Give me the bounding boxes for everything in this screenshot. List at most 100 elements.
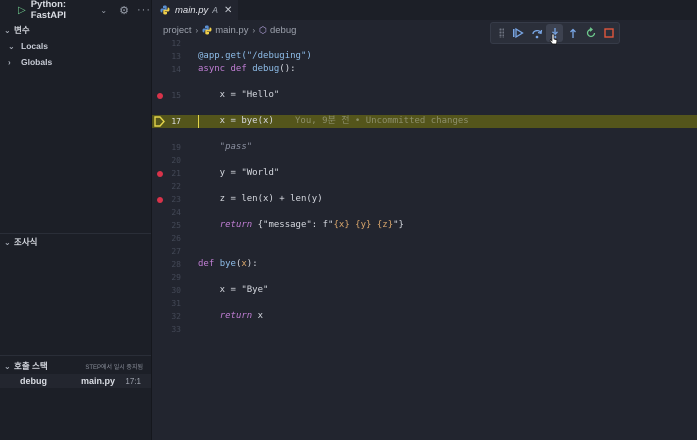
line-number: 25 [171, 221, 181, 230]
variables-section: ⌄ 변수 ⌄ Locals › Globals [0, 22, 151, 234]
variables-header[interactable]: ⌄ 변수 [0, 22, 151, 38]
restart-icon [587, 27, 596, 38]
breadcrumb-symbol[interactable]: debug [270, 25, 296, 36]
line-number: 22 [171, 182, 181, 191]
code-line[interactable]: 13 @app.get("/debuging") [152, 50, 697, 63]
restart-button[interactable] [583, 24, 600, 42]
tab-label: main.py [175, 4, 209, 16]
code-text: x = bye(x) [198, 116, 274, 126]
frame-function: debug [20, 376, 47, 386]
start-debugging-icon[interactable]: ▷ [18, 5, 26, 16]
line-number: 33 [171, 325, 181, 334]
breadcrumb-folder[interactable]: project [163, 25, 192, 36]
call-stack-header[interactable]: ⌄ 호출 스택 STEP에서 일시 중지됨 [0, 356, 151, 374]
more-actions-icon[interactable]: ··· [137, 4, 151, 16]
python-icon [160, 5, 170, 15]
close-icon[interactable]: ✕ [224, 5, 232, 16]
line-number: 28 [171, 260, 181, 269]
code-line[interactable]: 32 return x [152, 310, 697, 323]
step-out-button[interactable] [564, 24, 581, 42]
stop-icon [604, 28, 615, 38]
chevron-right-icon: › [8, 57, 11, 67]
chevron-right-icon: › [195, 25, 199, 35]
code-line[interactable]: 19 "pass" [152, 141, 697, 154]
continue-button[interactable] [510, 24, 527, 42]
line-number: 20 [171, 156, 181, 165]
line-number: 30 [171, 286, 181, 295]
stack-frame[interactable]: debug main.py 17:1 [0, 374, 151, 388]
code-line[interactable]: 29 [152, 271, 697, 284]
code-line[interactable]: 23 z = len(x) + len(y) [152, 193, 697, 206]
frame-position: 17:1 [125, 376, 141, 386]
scope-locals[interactable]: ⌄ Locals [0, 38, 151, 54]
step-over-button[interactable] [528, 24, 545, 42]
watch-title: 조사식 [14, 237, 38, 247]
editor: main.py A ✕ project › main.py › ⬡ debug … [152, 0, 697, 440]
code-area[interactable]: 12 13 @app.get("/debuging") 14 async def… [152, 37, 697, 336]
watch-header[interactable]: ⌄ 조사식 [0, 234, 151, 250]
git-status-badge: A [212, 5, 218, 15]
code-line[interactable]: 21 y = "World" [152, 167, 697, 180]
scope-globals[interactable]: › Globals [0, 54, 151, 70]
debug-toolbar: ▷ Python: FastAPI ⌄ ⚙ ··· [0, 0, 151, 21]
chevron-down-icon: ⌄ [4, 25, 11, 35]
line-number: 29 [171, 273, 181, 282]
code-text: async def debug(): [198, 64, 296, 74]
code-line[interactable]: 15 x = "Hello" [152, 89, 697, 102]
call-stack-title: 호출 스택 [14, 361, 48, 371]
code-line[interactable]: 24 [152, 206, 697, 219]
chevron-right-icon: › [252, 25, 256, 35]
code-line[interactable] [152, 102, 697, 115]
code-text: x = "Bye" [198, 285, 269, 295]
line-number: 12 [171, 39, 181, 48]
line-number: 19 [171, 143, 181, 152]
watch-section: ⌄ 조사식 [0, 233, 151, 355]
step-out-icon [570, 28, 576, 38]
code-text: def bye(x): [198, 259, 258, 269]
code-text: return {"message": f"{x} {y} {z}"} [219, 220, 404, 230]
chevron-down-icon: ⌄ [8, 41, 15, 51]
line-number: 21 [171, 169, 181, 178]
code-line[interactable]: 31 [152, 297, 697, 310]
mouse-pointer-icon [549, 33, 558, 45]
variables-title: 변수 [14, 25, 30, 35]
line-number: 13 [171, 52, 181, 61]
code-line[interactable]: 26 [152, 232, 697, 245]
line-number: 14 [171, 65, 181, 74]
continue-icon [513, 27, 525, 39]
code-line[interactable] [152, 128, 697, 141]
code-text: "pass" [198, 142, 253, 152]
code-line[interactable]: 25 return {"message": f"{x} {y} {z}"} [152, 219, 697, 232]
code-line[interactable]: 30 x = "Bye" [152, 284, 697, 297]
line-number: 15 [171, 91, 181, 100]
debug-sidebar: ▷ Python: FastAPI ⌄ ⚙ ··· ⌄ 변수 ⌄ Locals … [0, 0, 152, 440]
git-blame-annotation: You, 9분 전 • Uncommitted changes [295, 116, 469, 126]
code-line[interactable]: 20 [152, 154, 697, 167]
line-number: 31 [171, 299, 181, 308]
tab-main-py[interactable]: main.py A ✕ [152, 0, 239, 20]
line-number: 24 [171, 208, 181, 217]
drag-handle-icon[interactable] [499, 28, 504, 38]
code-line[interactable] [152, 76, 697, 89]
line-number: 26 [171, 234, 181, 243]
breadcrumb-file[interactable]: main.py [215, 25, 248, 36]
launch-config-select[interactable]: Python: FastAPI [31, 0, 99, 21]
code-line[interactable]: 28 def bye(x): [152, 258, 697, 271]
call-stack-section: ⌄ 호출 스택 STEP에서 일시 중지됨 debug main.py 17:1 [0, 355, 151, 440]
symbol-method-icon: ⬡ [259, 24, 267, 35]
chevron-down-icon: ⌄ [4, 361, 11, 371]
frame-file: main.py [81, 376, 116, 386]
code-line[interactable]: 27 [152, 245, 697, 258]
code-text: y = "World" [198, 168, 280, 178]
chevron-down-icon[interactable]: ⌄ [100, 6, 107, 15]
call-stack-status: STEP에서 일시 중지됨 [85, 364, 143, 371]
gear-icon[interactable]: ⚙ [119, 4, 129, 17]
current-execution-line[interactable]: 17 x = bye(x) You, 9분 전 • Uncommitted ch… [152, 115, 697, 128]
code-text: @app.get("/debuging") [198, 51, 312, 61]
line-number: 27 [171, 247, 181, 256]
code-line[interactable]: 33 [152, 323, 697, 336]
code-line[interactable]: 22 [152, 180, 697, 193]
stop-button[interactable] [601, 24, 618, 42]
code-text: return x [219, 311, 264, 321]
code-line[interactable]: 14 async def debug(): [152, 63, 697, 76]
